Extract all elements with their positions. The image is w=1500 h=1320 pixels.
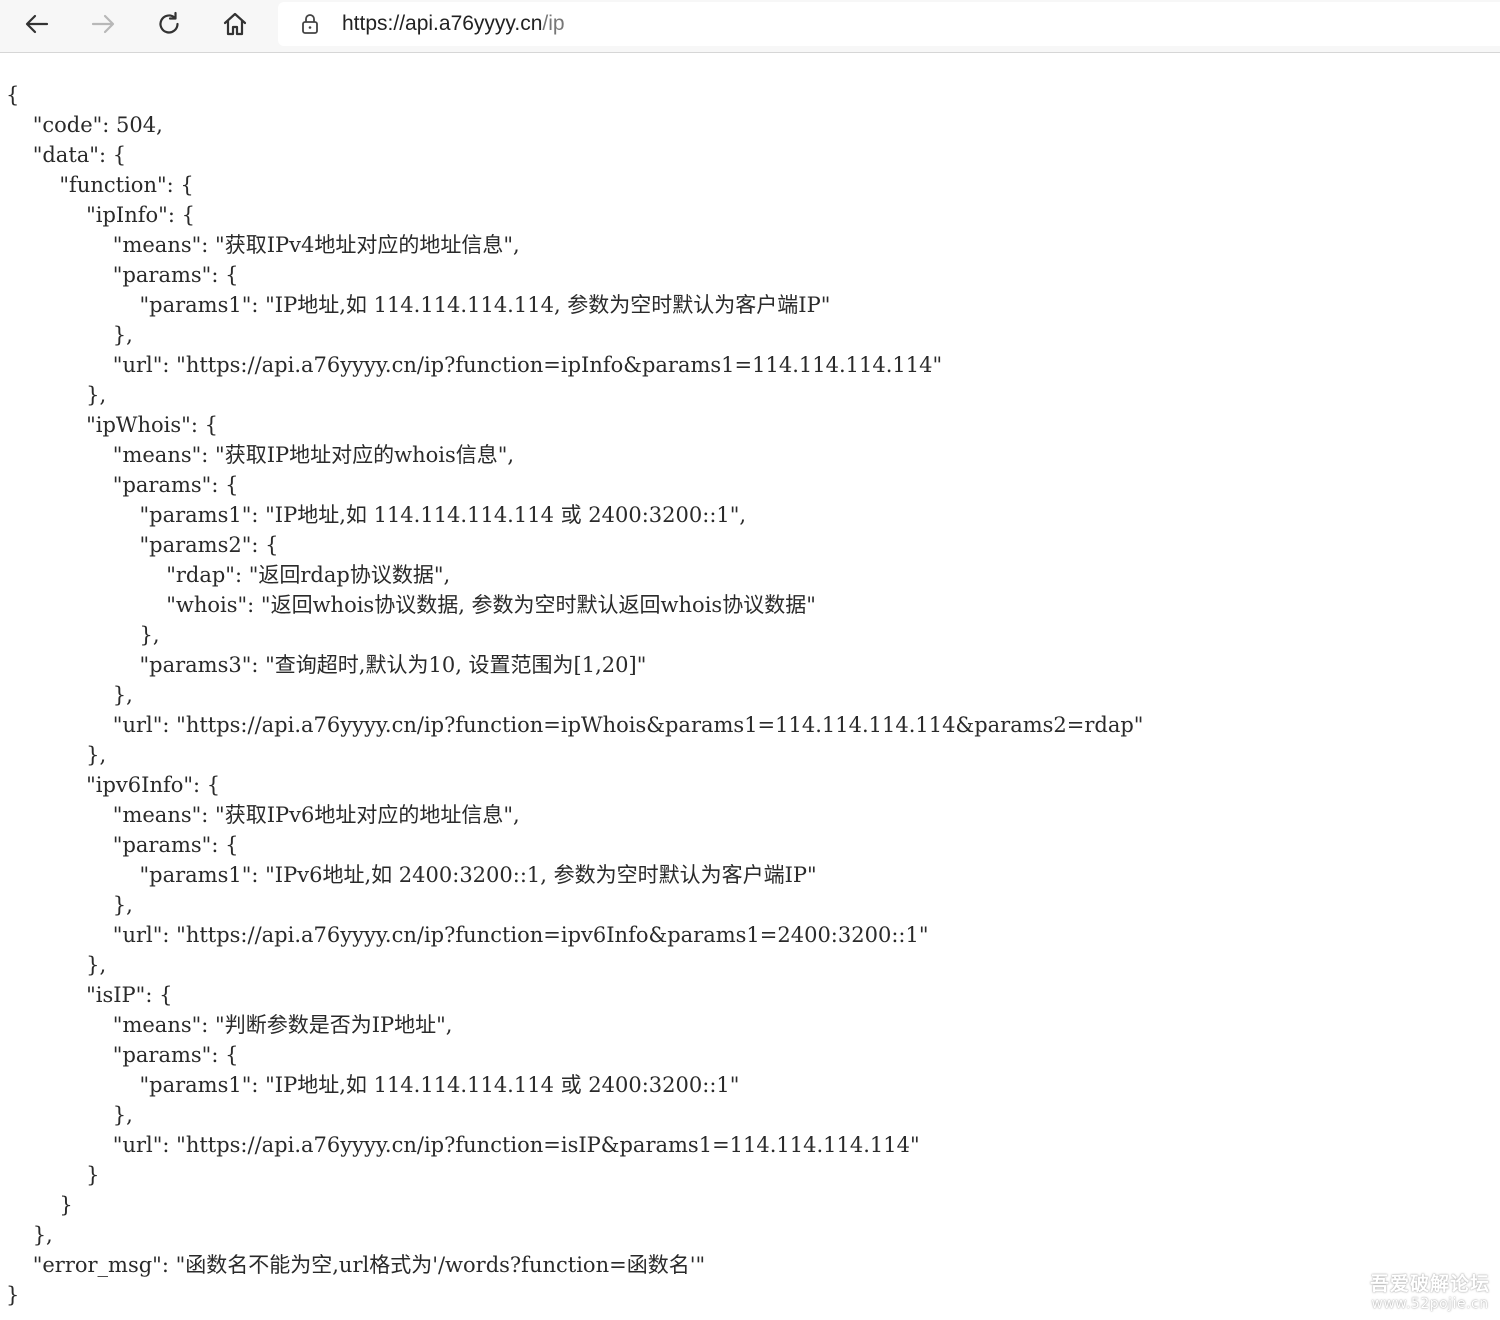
json-line: "params1": "IP地址,如 114.114.114.114 或 240… [6, 503, 747, 527]
json-line: "params3": "查询超时,默认为10, 设置范围为[1,20]" [6, 653, 647, 677]
json-line: }, [6, 323, 133, 347]
json-line: }, [6, 383, 107, 407]
json-line: }, [6, 893, 133, 917]
json-line: "error_msg": "函数名不能为空,url格式为'/words?func… [6, 1253, 706, 1277]
watermark-url: www.52pojie.cn [1371, 1296, 1489, 1312]
json-line: "rdap": "返回rdap协议数据", [6, 563, 451, 587]
json-line: "url": "https://api.a76yyyy.cn/ip?functi… [6, 1133, 920, 1157]
json-line: "params": { [6, 263, 239, 287]
json-line: "whois": "返回whois协议数据, 参数为空时默认返回whois协议数… [6, 593, 816, 617]
json-line: }, [6, 743, 107, 767]
json-line: "url": "https://api.a76yyyy.cn/ip?functi… [6, 923, 929, 947]
json-line: "code": 504, [6, 113, 163, 137]
address-bar[interactable]: https://api.a76yyyy.cn/ip [278, 2, 1500, 46]
json-line: }, [6, 1223, 53, 1247]
json-line: "ipv6Info": { [6, 773, 221, 797]
home-icon [223, 12, 247, 36]
url-path: /ip [542, 12, 565, 35]
forward-button[interactable] [81, 4, 125, 44]
json-line: "isIP": { [6, 983, 173, 1007]
json-line: "params": { [6, 833, 239, 857]
url-text[interactable]: https://api.a76yyyy.cn/ip [342, 12, 565, 36]
back-button[interactable] [15, 4, 59, 44]
json-line: "params": { [6, 1043, 239, 1067]
json-line: "params2": { [6, 533, 279, 557]
json-line: "means": "获取IPv4地址对应的地址信息", [6, 233, 520, 257]
json-line: "url": "https://api.a76yyyy.cn/ip?functi… [6, 713, 1144, 737]
json-line: }, [6, 953, 107, 977]
json-line: } [6, 1163, 100, 1187]
reload-button[interactable] [147, 4, 191, 44]
json-line: } [6, 1193, 73, 1217]
json-line: "function": { [6, 173, 194, 197]
watermark: 吾爱破解论坛 www.52pojie.cn [1370, 1269, 1490, 1312]
json-line: "ipInfo": { [6, 203, 195, 227]
json-response-body: { "code": 504, "data": { "function": { "… [6, 80, 1143, 1310]
home-button[interactable] [213, 4, 257, 44]
reload-icon [159, 11, 179, 34]
json-line: "ipWhois": { [6, 413, 218, 437]
json-line: "params": { [6, 473, 239, 497]
arrow-right-icon [91, 14, 115, 34]
json-line: } [6, 1283, 20, 1307]
json-line: "means": "获取IPv6地址对应的地址信息", [6, 803, 520, 827]
json-line: "url": "https://api.a76yyyy.cn/ip?functi… [6, 353, 943, 377]
json-line: "means": "判断参数是否为IP地址", [6, 1013, 453, 1037]
json-line: "params1": "IP地址,如 114.114.114.114 或 240… [6, 1073, 740, 1097]
json-line: }, [6, 623, 160, 647]
arrow-left-icon [25, 14, 49, 34]
json-line: { [6, 83, 20, 107]
json-line: "data": { [6, 143, 127, 167]
json-line: }, [6, 683, 133, 707]
watermark-title: 吾爱破解论坛 [1369, 1273, 1490, 1295]
browser-toolbar: https://api.a76yyyy.cn/ip [0, 0, 1500, 53]
json-line: "means": "获取IP地址对应的whois信息", [6, 443, 515, 467]
url-host: https://api.a76yyyy.cn [342, 12, 543, 35]
json-line: "params1": "IPv6地址,如 2400:3200::1, 参数为空时… [6, 863, 817, 887]
json-line: }, [6, 1103, 133, 1127]
json-line: "params1": "IP地址,如 114.114.114.114, 参数为空… [6, 293, 831, 317]
lock-icon[interactable] [298, 12, 322, 36]
